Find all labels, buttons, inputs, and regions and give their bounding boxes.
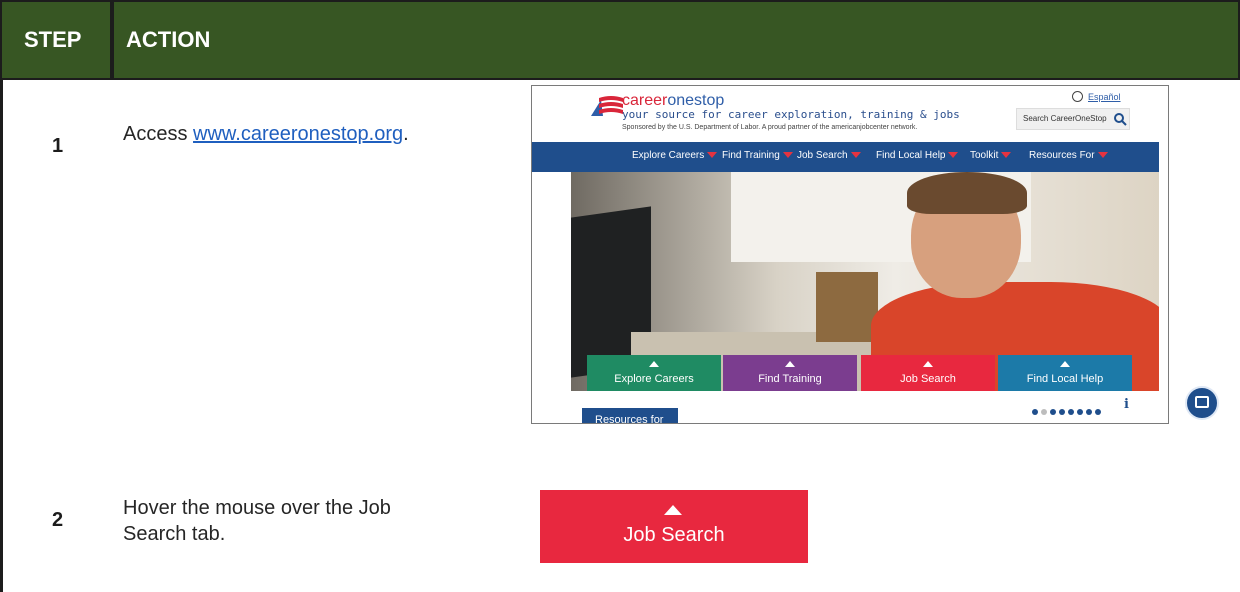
up-arrow-icon bbox=[923, 361, 933, 367]
step-1-suffix: . bbox=[403, 123, 409, 145]
carousel-dot[interactable] bbox=[1068, 409, 1074, 415]
hero-hair bbox=[907, 172, 1027, 214]
main-navbar: Explore Careers Find Training Job Search… bbox=[532, 142, 1159, 172]
nav-resources-for[interactable]: Resources For bbox=[1029, 150, 1108, 161]
careeronestop-screenshot: careeronestop your source for career exp… bbox=[531, 85, 1169, 424]
table-left-border bbox=[0, 80, 3, 592]
caret-down-icon bbox=[850, 152, 861, 159]
step-2-number: 2 bbox=[52, 509, 64, 531]
carousel-dot[interactable] bbox=[1095, 409, 1101, 415]
info-icon[interactable]: i bbox=[1124, 397, 1129, 412]
hero-pencil-box bbox=[816, 272, 878, 342]
step-2-text: Hover the mouse over the Job Search tab. bbox=[123, 495, 391, 547]
step-2-line1: Hover the mouse over the Job bbox=[123, 497, 391, 519]
careeronestop-link[interactable]: www.careeronestop.org bbox=[193, 123, 403, 145]
espanol-link[interactable]: Español bbox=[1088, 92, 1121, 102]
site-tagline: your source for career exploration, trai… bbox=[622, 108, 960, 121]
nav-toolkit[interactable]: Toolkit bbox=[970, 150, 1012, 161]
step-2-line2: Search tab. bbox=[123, 523, 226, 545]
caret-down-icon bbox=[948, 152, 959, 159]
up-arrow-icon bbox=[1060, 361, 1070, 367]
carousel-dot[interactable] bbox=[1032, 409, 1038, 415]
search-placeholder: Search CareerOneStop bbox=[1023, 114, 1107, 123]
step-1-number: 1 bbox=[52, 135, 64, 157]
nav-explore-careers[interactable]: Explore Careers bbox=[632, 150, 718, 161]
instruction-table: STEP ACTION 1 Access www.careeronestop.o… bbox=[0, 0, 1240, 592]
hero-tab-find-local-help[interactable]: Find Local Help bbox=[998, 355, 1132, 391]
hero-tab-find-training[interactable]: Find Training bbox=[723, 355, 857, 391]
up-arrow-icon bbox=[664, 505, 682, 515]
table-header-row: STEP ACTION bbox=[0, 0, 1240, 80]
site-sponsor: Sponsored by the U.S. Department of Labo… bbox=[622, 124, 918, 131]
nav-job-search[interactable]: Job Search bbox=[797, 150, 861, 161]
header-action: ACTION bbox=[126, 27, 211, 52]
resources-for-tab[interactable]: Resources for bbox=[582, 408, 678, 423]
nav-find-training[interactable]: Find Training bbox=[722, 150, 793, 161]
globe-icon bbox=[1072, 91, 1083, 102]
caret-down-icon bbox=[1097, 152, 1108, 159]
screen-icon bbox=[1195, 396, 1209, 408]
job-search-label: Job Search bbox=[623, 524, 725, 546]
flag-logo-icon bbox=[591, 96, 623, 116]
caret-down-icon bbox=[1001, 152, 1012, 159]
up-arrow-icon bbox=[649, 361, 659, 367]
hero-tab-job-search[interactable]: Job Search bbox=[861, 355, 995, 391]
header-step: STEP bbox=[24, 27, 82, 52]
site-header: careeronestop your source for career exp… bbox=[532, 86, 1168, 142]
carousel-dot[interactable] bbox=[1077, 409, 1083, 415]
caret-down-icon bbox=[782, 152, 793, 159]
step-1-text: Access www.careeronestop.org. bbox=[123, 121, 409, 147]
carousel-dot[interactable] bbox=[1041, 409, 1047, 415]
up-arrow-icon bbox=[785, 361, 795, 367]
header-divider bbox=[110, 2, 114, 78]
search-icon[interactable] bbox=[1113, 112, 1127, 126]
job-search-tab-closeup[interactable]: Job Search bbox=[540, 490, 808, 563]
carousel-dot[interactable] bbox=[1050, 409, 1056, 415]
step-1-prefix: Access bbox=[123, 123, 194, 145]
carousel-dot[interactable] bbox=[1059, 409, 1065, 415]
carousel-dot[interactable] bbox=[1086, 409, 1092, 415]
carousel-dots bbox=[1032, 402, 1104, 415]
caret-down-icon bbox=[707, 152, 718, 159]
hero-tab-explore-careers[interactable]: Explore Careers bbox=[587, 355, 721, 391]
site-search-input[interactable]: Search CareerOneStop bbox=[1016, 108, 1130, 130]
chat-screen-icon[interactable] bbox=[1185, 386, 1219, 420]
nav-find-local-help[interactable]: Find Local Help bbox=[876, 150, 959, 161]
